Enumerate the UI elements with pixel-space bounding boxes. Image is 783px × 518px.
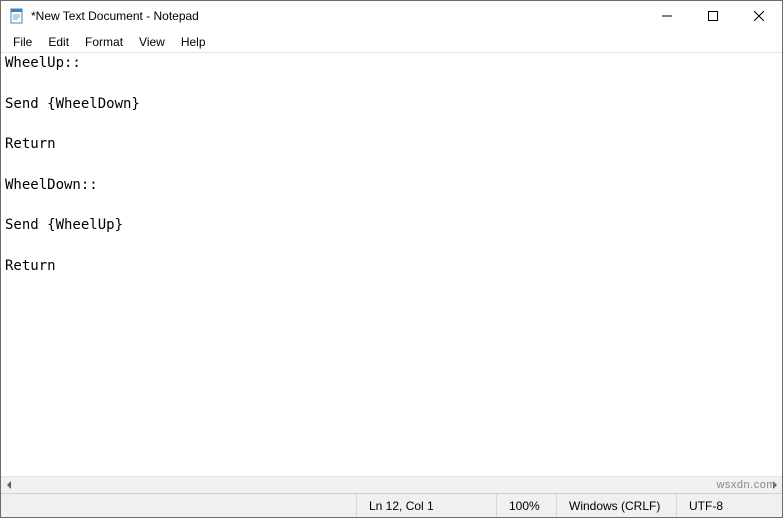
horizontal-scrollbar[interactable] [1, 476, 782, 493]
scroll-track[interactable] [18, 477, 765, 493]
status-gap [1, 494, 357, 517]
minimize-button[interactable] [644, 1, 690, 31]
watermark-text: wsxdn.com [716, 479, 776, 491]
editor-content[interactable]: WheelUp:: Send {WheelDown} Return WheelD… [1, 53, 782, 276]
menu-file[interactable]: File [5, 32, 40, 52]
status-cursor-position: Ln 12, Col 1 [357, 494, 497, 517]
close-button[interactable] [736, 1, 782, 31]
notepad-icon [9, 8, 25, 24]
window-title: *New Text Document - Notepad [31, 9, 199, 23]
menu-format[interactable]: Format [77, 32, 131, 52]
notepad-window: *New Text Document - Notepad File Edit F… [0, 0, 783, 518]
status-zoom: 100% [497, 494, 557, 517]
text-editor[interactable]: WheelUp:: Send {WheelDown} Return WheelD… [1, 53, 782, 476]
menu-edit[interactable]: Edit [40, 32, 77, 52]
menu-view[interactable]: View [131, 32, 173, 52]
status-encoding: UTF-8 [677, 494, 782, 517]
titlebar[interactable]: *New Text Document - Notepad [1, 1, 782, 31]
menu-help[interactable]: Help [173, 32, 214, 52]
menubar: File Edit Format View Help [1, 31, 782, 53]
window-controls [644, 1, 782, 31]
maximize-button[interactable] [690, 1, 736, 31]
statusbar: Ln 12, Col 1 100% Windows (CRLF) UTF-8 [1, 493, 782, 517]
scroll-left-icon[interactable] [1, 477, 18, 494]
status-line-ending: Windows (CRLF) [557, 494, 677, 517]
